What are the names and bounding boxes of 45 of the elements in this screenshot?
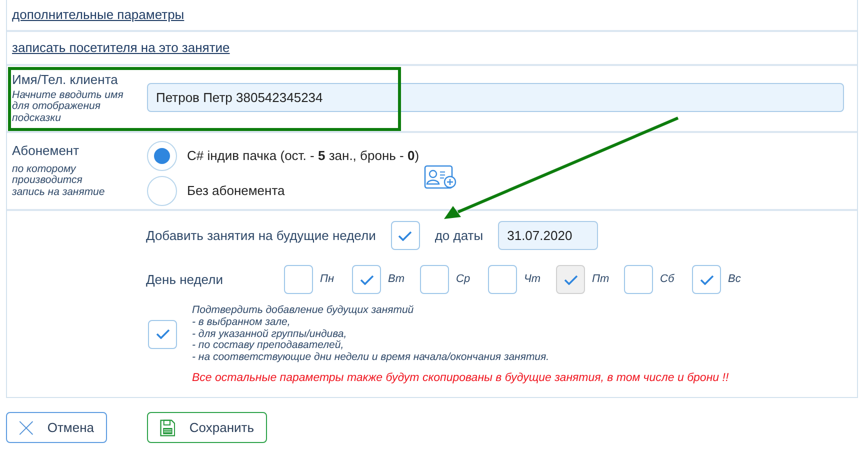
day-label: Вс [727, 272, 742, 288]
check-icon [700, 274, 714, 284]
cancel-button[interactable]: Отмена [6, 412, 107, 443]
checkbox[interactable] [148, 320, 177, 349]
confirm-text: - по составу преподавателей, [192, 340, 344, 352]
checkbox[interactable] [390, 221, 420, 250]
warning-text: Все остальные параметры также будут скопированы в будущие занятия, в том числе и брони !! [192, 370, 730, 386]
save-button[interactable]: Сохранить [147, 412, 267, 443]
name-input[interactable]: Петров Петр 380542345234 [147, 83, 844, 112]
field-label: Имя/Тел. клиента [12, 71, 119, 89]
date-input[interactable]: 31.07.2020 [498, 221, 598, 250]
checkbox[interactable] [284, 265, 313, 294]
check-icon [360, 274, 374, 284]
field-label: День недели [146, 271, 224, 289]
hint-text: Начните вводить имя для отображения подсказки [12, 90, 124, 124]
field-label: до даты [434, 226, 484, 245]
field-label: Добавить занятия на будущие недели [146, 226, 376, 245]
field-label: Абонемент [12, 142, 80, 160]
checkbox[interactable] [624, 265, 653, 294]
day-label: Пт [591, 272, 610, 288]
day-label: Чт [523, 272, 542, 288]
hint-text: по которому производится запись на занятие [12, 164, 106, 198]
check-icon [398, 230, 412, 240]
save-icon [160, 416, 176, 438]
confirm-text: - на соответствующие дни недели и время начала/окончания занятия. [192, 352, 550, 364]
link[interactable]: дополнительные параметры [12, 5, 184, 25]
checkbox[interactable] [488, 265, 517, 294]
check-icon [156, 329, 170, 340]
radio-button[interactable] [147, 176, 177, 206]
checkbox[interactable] [692, 265, 721, 294]
check-icon [564, 274, 578, 284]
day-label: Вт [387, 272, 406, 288]
radio-button[interactable] [147, 141, 177, 171]
confirm-text: Подтвердить добавление будущих занятий [192, 305, 415, 317]
confirm-text: - для указанной группы/индива, [192, 328, 348, 340]
day-label: Пн [319, 272, 336, 288]
confirm-text: - в выбранном зале, [192, 316, 292, 328]
checkbox[interactable] [420, 265, 449, 294]
day-label: Ср [455, 272, 472, 288]
day-label: Сб [659, 272, 676, 288]
link[interactable]: записать посетителя на это занятие [12, 38, 230, 58]
option-label: C# індив пачка (ост. - 5 зан., бронь - 0) [187, 147, 420, 166]
option-label: Без абонемента [187, 182, 285, 200]
add-user-card-icon[interactable] [424, 165, 458, 189]
checkbox[interactable] [352, 265, 381, 294]
